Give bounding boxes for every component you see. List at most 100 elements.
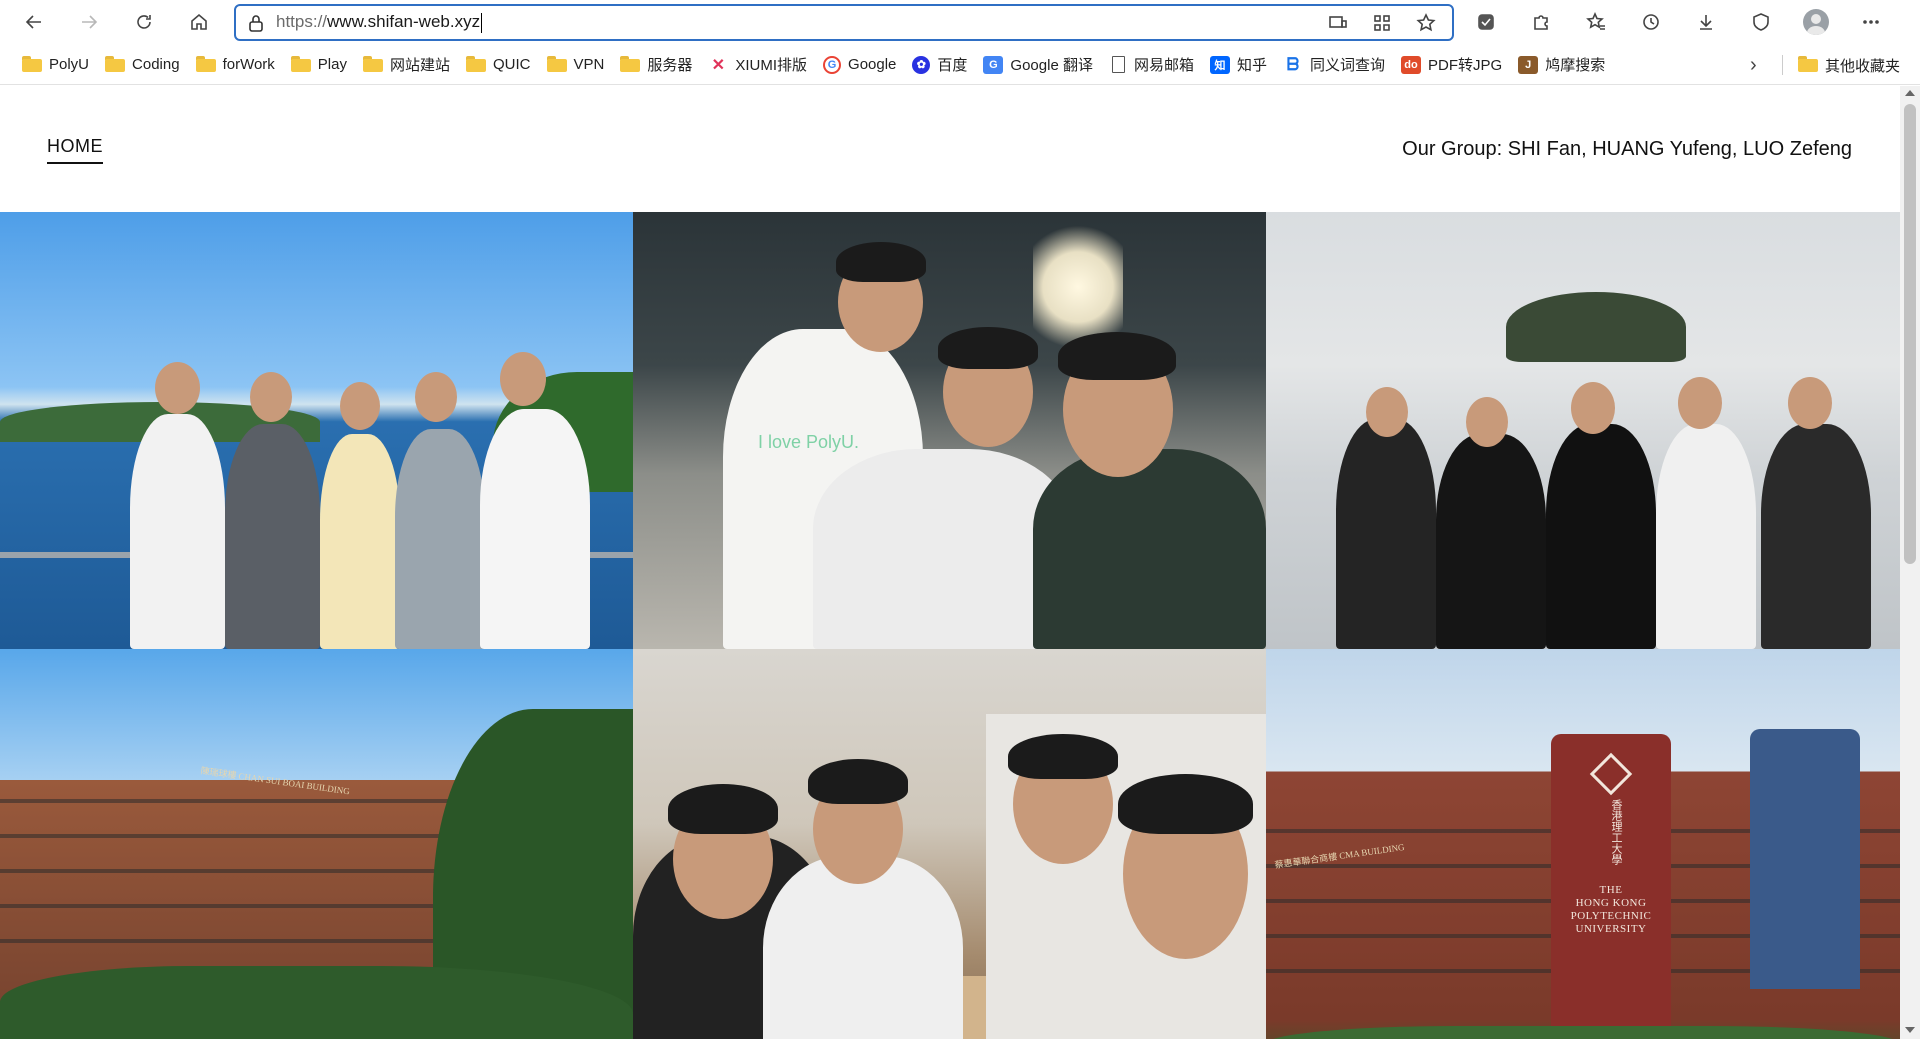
photo-person <box>480 409 590 649</box>
home-icon <box>191 13 207 30</box>
page-scrollbar[interactable] <box>1900 86 1920 1039</box>
refresh-button[interactable] <box>124 2 164 42</box>
photo-island <box>1506 292 1686 362</box>
photo-trees <box>1266 1026 1900 1039</box>
photo-person-head <box>1678 377 1722 429</box>
bookmark-label: forWork <box>222 56 275 73</box>
gallery-photo-seaside-group[interactable] <box>0 212 633 649</box>
url-text[interactable]: https://www.shifan-web.xyz <box>276 12 483 33</box>
photo-person-hair <box>808 759 908 804</box>
qr-grid-icon <box>1374 15 1390 31</box>
photo-person-hair <box>1058 332 1176 380</box>
photo-person-hair <box>938 327 1038 369</box>
app-available-button[interactable] <box>1320 10 1356 36</box>
settings-menu-button[interactable] <box>1851 2 1891 42</box>
photo-person-head <box>1571 382 1615 434</box>
gallery-photo-beach-group[interactable] <box>1266 212 1900 649</box>
folder-icon <box>195 55 216 74</box>
photo-person <box>225 424 320 649</box>
browser-toolbar: https://www.shifan-web.xyz <box>0 0 1920 45</box>
folder-icon <box>22 55 42 74</box>
pdf-icon: do <box>1401 55 1422 74</box>
bookmark-pdf-jpg[interactable]: do PDF转JPG <box>1393 50 1510 80</box>
gallery-photo-polyu-campus[interactable]: 蔡惠華聯合商樓 CMA BUILDING 香港理工大學 THE HONG KON… <box>1266 649 1900 1039</box>
photo-person-head <box>1466 397 1508 447</box>
profile-avatar-icon <box>1803 9 1829 35</box>
folder-icon <box>1798 56 1818 74</box>
bookmark-other-favorites[interactable]: 其他收藏夹 <box>1790 50 1908 80</box>
bookmark-website[interactable]: 网站建站 <box>355 50 458 80</box>
folder-icon <box>546 55 567 74</box>
extension-badge-icon <box>1478 14 1494 30</box>
back-arrow-icon <box>25 15 41 29</box>
photo-person <box>320 434 400 649</box>
add-favorite-button[interactable] <box>1408 10 1444 36</box>
photo-person-hair <box>1008 734 1118 779</box>
folder-icon <box>620 55 641 74</box>
forward-arrow-icon <box>82 15 98 29</box>
address-bar[interactable]: https://www.shifan-web.xyz <box>234 4 1454 41</box>
downloads-button[interactable] <box>1686 2 1726 42</box>
bookmark-xiumi[interactable]: ✕ XIUMI排版 <box>700 50 815 80</box>
bookmark-quic[interactable]: QUIC <box>458 50 539 80</box>
lock-icon <box>236 14 276 32</box>
photo-person <box>130 414 225 649</box>
home-nav-link[interactable]: HOME <box>47 136 103 164</box>
bookmark-baidu[interactable]: ✿ 百度 <box>904 50 975 80</box>
bookmark-google[interactable]: G Google <box>815 50 904 80</box>
shield-heart-icon <box>1753 13 1769 31</box>
bookmark-zhihu[interactable]: 知知乎 <box>1202 50 1275 80</box>
qr-code-button[interactable] <box>1364 10 1400 36</box>
photo-person-hair <box>1118 774 1253 834</box>
favorites-button[interactable] <box>1576 2 1616 42</box>
gallery-photo-night-selfie[interactable]: I love PolyU. <box>633 212 1266 649</box>
gallery-photo-dinner-selfie[interactable] <box>633 649 1266 1039</box>
bookmark-label: 网站建站 <box>389 57 450 74</box>
extensions-button[interactable] <box>1521 2 1561 42</box>
polyu-tower-english-2: HONG KONG <box>1575 897 1647 909</box>
photo-person-head <box>340 382 380 430</box>
bookmark-label: 百度 <box>937 57 968 74</box>
building-sign: 陳瑞球樓 CHAN SUI BOAI BUILDING <box>199 765 351 797</box>
photo-person <box>1436 434 1546 649</box>
bookmark-label: Play <box>317 56 347 73</box>
scroll-down-arrow-icon[interactable] <box>1905 1027 1915 1033</box>
gallery-photo-chan-sui-building[interactable]: 陳瑞球樓 CHAN SUI BOAI BUILDING <box>0 649 633 1039</box>
url-host: www.shifan-web.xyz <box>327 12 481 32</box>
bookmark-synonym[interactable]: ᗷ 同义词查询 <box>1275 50 1393 80</box>
browser-essentials-button[interactable] <box>1741 2 1781 42</box>
url-scheme: https:// <box>276 12 328 32</box>
photo-gallery: I love PolyU. 陳瑞球樓 CHAN SUI BOAI BUILDIN… <box>0 212 1900 1039</box>
photo-person <box>395 429 485 649</box>
bookmarks-overflow-chevron-icon[interactable]: › <box>1750 45 1757 85</box>
scroll-thumb[interactable] <box>1904 104 1916 564</box>
photo-overlay-caption: I love PolyU. <box>758 432 860 452</box>
bookmark-play[interactable]: Play <box>283 50 355 80</box>
bookmark-google-translate[interactable]: G Google 翻译 <box>975 50 1101 80</box>
bookmark-label: QUIC <box>493 56 531 73</box>
profile-button[interactable] <box>1796 2 1836 42</box>
bookmark-forwork[interactable]: forWork <box>188 50 283 80</box>
bookmark-vpn[interactable]: VPN <box>539 50 613 80</box>
refresh-icon <box>137 15 151 29</box>
bookmark-label: 网易邮箱 <box>1133 57 1194 74</box>
home-button[interactable] <box>179 2 219 42</box>
bookmark-jiumo[interactable]: J 鸠摩搜索 <box>1510 50 1613 80</box>
polyu-tower-english-4: UNIVERSITY <box>1575 923 1647 935</box>
download-icon <box>1700 15 1712 30</box>
photo-blue-building <box>1750 729 1860 989</box>
bookmark-163-mail[interactable]: 网易邮箱 <box>1101 50 1202 80</box>
back-button[interactable] <box>14 2 54 42</box>
site-header: HOME Our Group: SHI Fan, HUANG Yufeng, L… <box>0 86 1900 212</box>
forward-button[interactable] <box>69 2 109 42</box>
history-button[interactable] <box>1631 2 1671 42</box>
app-window-icon <box>1329 16 1347 28</box>
extension-button[interactable] <box>1466 2 1506 42</box>
polyu-tower-english-1: THE <box>1599 884 1623 896</box>
scroll-up-arrow-icon[interactable] <box>1905 90 1915 96</box>
bookmark-label: 其他收藏夹 <box>1825 57 1901 75</box>
group-members-text: Our Group: SHI Fan, HUANG Yufeng, LUO Ze… <box>1402 138 1852 160</box>
bookmark-server[interactable]: 服务器 <box>612 50 700 80</box>
bookmark-polyu[interactable]: PolyU <box>14 50 97 80</box>
bookmark-coding[interactable]: Coding <box>97 50 188 80</box>
